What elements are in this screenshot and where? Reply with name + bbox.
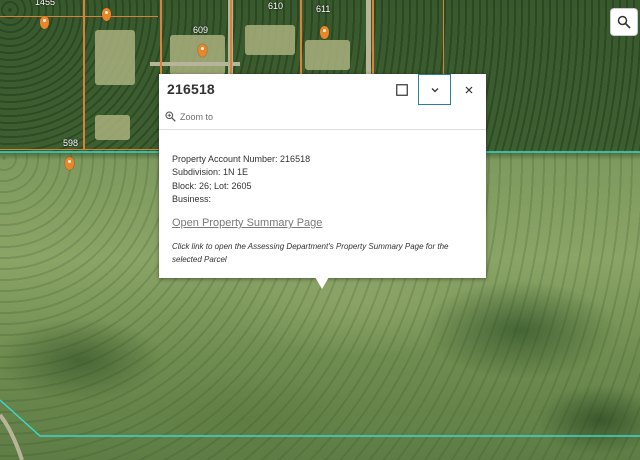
attribute-row: Block: 26; Lot: 2605 xyxy=(172,180,252,191)
map-search-button[interactable] xyxy=(610,8,638,36)
attribute-row: Subdivision: 1N 1E xyxy=(172,167,249,178)
popup-pointer xyxy=(315,277,329,289)
dock-icon xyxy=(395,83,408,96)
attribute-row: Property Account Number: 216518 xyxy=(172,154,311,164)
popup-actions: Zoom to xyxy=(159,107,486,130)
collapse-button[interactable] xyxy=(418,74,451,105)
zoom-to-button[interactable]: Zoom to xyxy=(165,111,213,122)
popup-title: 216518 xyxy=(167,81,215,97)
close-button[interactable] xyxy=(452,74,485,105)
popup-note: Click link to open the Assessing Departm… xyxy=(172,242,449,264)
chevron-down-icon xyxy=(431,87,438,92)
parcel-popup: 216518 Zoom to Property Account Number: … xyxy=(159,74,486,278)
attribute-list: Property Account Number: 216518 Subdivis… xyxy=(172,153,477,207)
property-summary-link[interactable]: Open Property Summary Page xyxy=(172,217,322,229)
zoom-to-label: Zoom to xyxy=(180,111,214,122)
close-icon xyxy=(465,86,472,93)
dock-button[interactable] xyxy=(385,74,418,105)
search-icon xyxy=(617,15,631,29)
zoom-icon xyxy=(165,111,176,122)
popup-header: 216518 xyxy=(159,74,486,105)
attribute-row: Business: xyxy=(172,194,212,205)
